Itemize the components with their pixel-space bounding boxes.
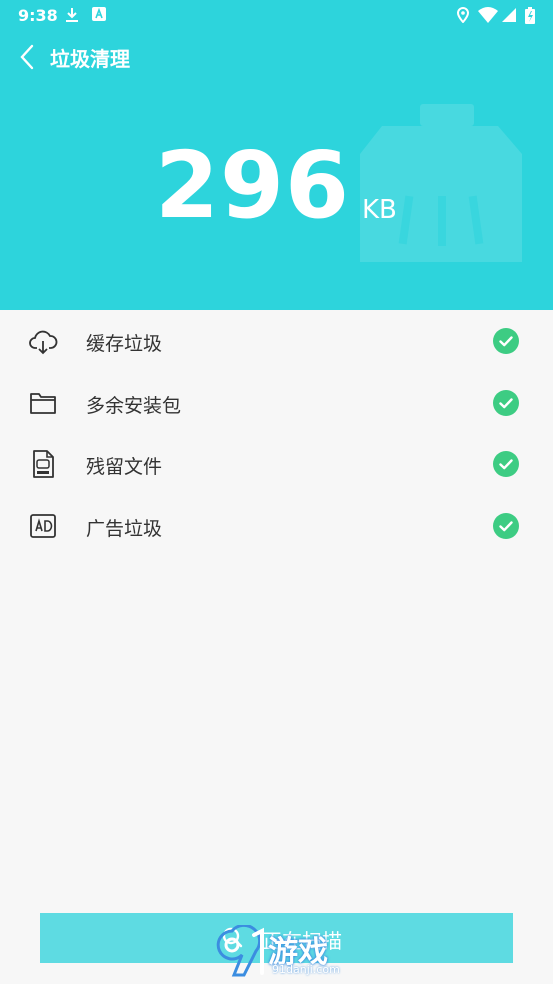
category-label: 残留文件: [86, 456, 163, 478]
signal-icon: [502, 8, 516, 22]
category-row-cache[interactable]: 缓存垃圾: [0, 310, 553, 372]
category-label: 广告垃圾: [86, 517, 163, 540]
junk-category-list: 缓存垃圾 多余安装包 残留文件 广告垃圾: [0, 310, 553, 556]
junk-size-value: 296: [155, 132, 351, 239]
back-arrow-icon[interactable]: [14, 42, 42, 72]
status-time: 9:38: [18, 6, 58, 25]
watermark-url: 91danji.com: [272, 963, 340, 976]
page-title: 垃圾清理: [50, 47, 130, 71]
check-circle-icon: [493, 512, 519, 539]
ad-icon: [30, 513, 56, 538]
watermark-91-logo: [216, 923, 264, 977]
junk-size-unit: KB: [362, 195, 397, 225]
check-circle-icon: [493, 451, 519, 477]
category-row-residual[interactable]: 残留文件: [0, 433, 553, 495]
summary-header: 9:38 垃圾清理 296 KB: [0, 0, 553, 310]
battery-icon: [525, 7, 535, 24]
category-label: 多余安装包: [86, 394, 182, 417]
category-label: 缓存垃圾: [86, 333, 163, 355]
cloud-icon: [29, 330, 58, 355]
folder-icon: [30, 392, 56, 414]
nav-bar: 垃圾清理: [0, 36, 553, 78]
location-icon: [456, 7, 470, 23]
wifi-icon: [478, 7, 498, 23]
category-row-ads[interactable]: 广告垃圾: [0, 495, 553, 557]
category-row-apk[interactable]: 多余安装包: [0, 372, 553, 434]
trash-can-icon: [360, 104, 522, 262]
download-icon: [66, 8, 78, 22]
watermark-logo: 游戏 91danji.com: [208, 923, 348, 981]
apk-file-icon: [33, 450, 54, 478]
font-a-icon: [92, 7, 106, 21]
status-bar: 9:38: [0, 0, 553, 30]
check-circle-icon: [493, 389, 519, 416]
check-circle-icon: [493, 328, 519, 354]
